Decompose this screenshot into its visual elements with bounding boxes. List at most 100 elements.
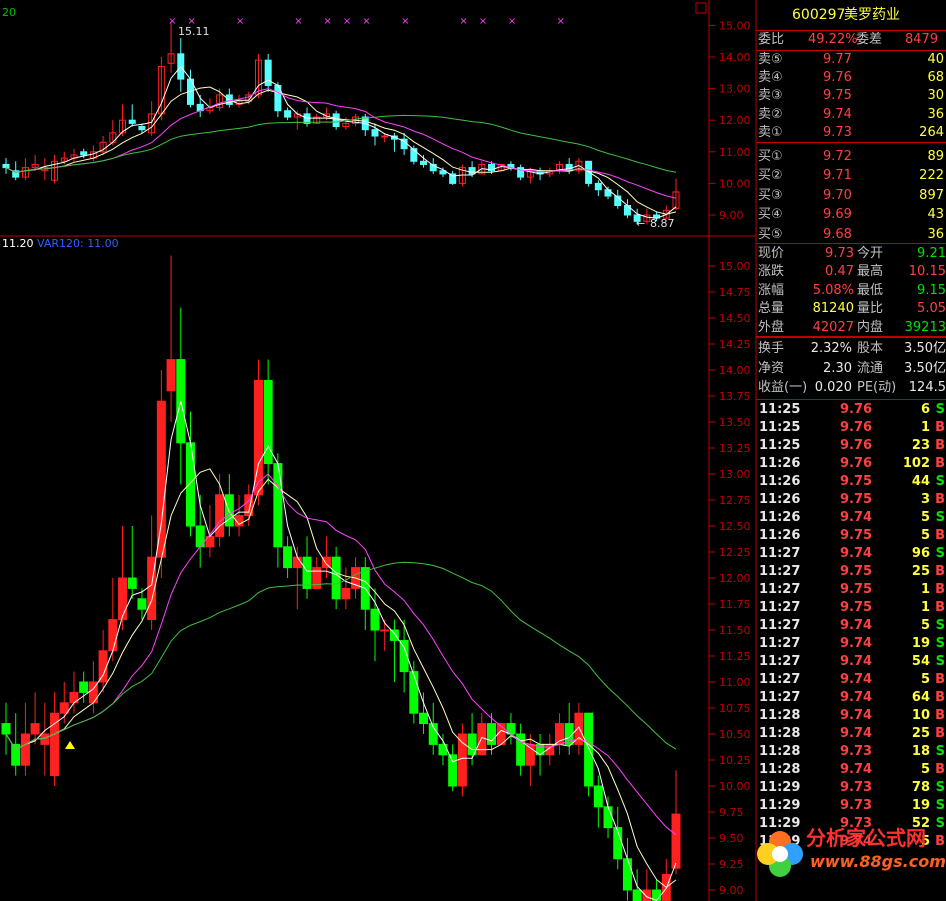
quote-value: 5.08% <box>812 282 854 298</box>
trade-price: 9.74 <box>840 546 873 561</box>
trade-price: 9.73 <box>840 744 873 759</box>
ask-price: 9.76 <box>823 70 852 86</box>
trade-time: 11:25 <box>759 402 801 417</box>
order-diff-value: 8479 <box>905 32 939 47</box>
trade-price: 9.74 <box>840 510 873 525</box>
top-chart-corner-box <box>695 2 707 14</box>
y-tick-label: 10.75 <box>719 702 751 715</box>
candle-body <box>128 119 136 124</box>
signal-x-mark: × <box>362 16 370 27</box>
candle-body <box>603 806 613 829</box>
quote-label: 收益(一) <box>758 380 808 395</box>
stock-header: 600297 美罗药业 <box>756 0 946 31</box>
trade-volume: 5 <box>920 528 930 543</box>
trade-row: 11:27 9.74 96 S <box>756 545 946 563</box>
y-tick-label: 14.25 <box>719 338 751 351</box>
trade-time: 11:26 <box>759 492 801 507</box>
indicator-label: VAR120: 11.00 <box>37 237 119 250</box>
signal-x-mark: × <box>343 16 351 27</box>
bid-level-label: 买④ <box>758 207 783 223</box>
candle-body <box>127 577 137 589</box>
y-tick-label: 13.25 <box>719 442 751 455</box>
candle-body <box>11 743 21 766</box>
y-tick-label: 10.50 <box>719 728 751 741</box>
trade-side: B <box>935 708 945 723</box>
candle-body <box>331 556 341 600</box>
quote-value: 81240 <box>812 301 854 317</box>
trade-volume: 3 <box>920 492 930 507</box>
y-tick-label: 13.75 <box>719 390 751 403</box>
signal-x-mark: × <box>401 16 409 27</box>
trade-price: 9.74 <box>840 726 873 741</box>
trade-volume: 64 <box>911 690 930 705</box>
trade-row: 11:28 9.74 10 B <box>756 707 946 725</box>
trade-time: 11:26 <box>759 456 801 471</box>
quote-value: 9.73 <box>825 246 854 261</box>
candle-body <box>332 113 340 128</box>
signal-x-mark: × <box>508 16 516 27</box>
trade-time: 11:27 <box>759 546 801 561</box>
trade-row: 11:25 9.76 1 B <box>756 419 946 437</box>
candle-body <box>138 126 146 131</box>
candle-body <box>420 160 428 165</box>
ask-volume: 40 <box>927 52 944 67</box>
candle-body <box>381 135 389 138</box>
trade-time: 11:27 <box>759 582 801 597</box>
quote-value: 3.50亿 <box>904 341 946 356</box>
signal-x-mark: × <box>294 16 302 27</box>
bid-level-label: 买① <box>758 149 783 164</box>
trade-price: 9.75 <box>840 564 873 579</box>
quote-value: 124.5 <box>908 380 946 395</box>
candle-body <box>80 151 88 156</box>
candle-body <box>98 650 108 683</box>
candle-body <box>448 754 458 787</box>
candle-body <box>642 889 652 901</box>
trade-volume: 5 <box>920 510 930 525</box>
trade-time: 11:27 <box>759 600 801 615</box>
trade-price: 9.76 <box>840 402 873 417</box>
quote-label: 总量 <box>758 301 785 317</box>
signal-x-mark: × <box>236 16 244 27</box>
top-y-axis: 15.00 14.00 13.00 12.00 11.00 10.00 9.00 <box>709 19 751 222</box>
ask-price: 9.75 <box>823 88 852 104</box>
candle-body <box>389 629 399 641</box>
trade-price: 9.76 <box>840 456 873 471</box>
buy-arrow-icon <box>65 741 75 749</box>
trade-price: 9.74 <box>840 672 873 687</box>
candle-body <box>671 813 681 869</box>
trade-row: 11:27 9.74 54 S <box>756 653 946 671</box>
candle-body <box>341 587 351 600</box>
top-left-value: 20 <box>2 6 16 19</box>
ask-volume: 36 <box>927 106 944 122</box>
trade-time: 11:28 <box>759 744 801 759</box>
trade-price: 9.76 <box>840 420 873 435</box>
trade-time: 11:26 <box>759 510 801 525</box>
trade-price: 9.74 <box>840 654 873 669</box>
bid-price: 9.69 <box>823 207 852 223</box>
signal-x-mark: × <box>479 16 487 27</box>
y-tick-label: 14.50 <box>719 312 751 325</box>
trade-row: 11:26 9.75 5 B <box>756 527 946 545</box>
y-tick-label: 11.50 <box>719 624 751 637</box>
candle-body <box>584 712 594 787</box>
trade-price: 9.76 <box>840 438 873 453</box>
quote-value: 9.15 <box>917 282 946 298</box>
candle-body <box>166 359 176 392</box>
candle-body <box>302 556 312 589</box>
candle-body <box>185 442 195 527</box>
y-tick-label: 10.25 <box>719 754 751 767</box>
trade-side: S <box>935 618 945 633</box>
trade-time: 11:28 <box>759 708 801 723</box>
trade-volume: 78 <box>911 780 930 795</box>
candle-body <box>108 619 118 652</box>
trade-row: 11:27 9.74 64 B <box>756 689 946 707</box>
trade-row: 11:25 9.76 23 B <box>756 437 946 455</box>
trade-volume: 1 <box>920 600 930 615</box>
quote-value: 42027 <box>812 319 854 335</box>
trade-time: 11:27 <box>759 636 801 651</box>
candle-body <box>50 712 60 777</box>
trade-side: S <box>935 636 945 651</box>
ask-price: 9.74 <box>823 106 852 122</box>
bid-price: 9.72 <box>823 149 852 164</box>
quote-value: 10.15 <box>908 264 946 280</box>
